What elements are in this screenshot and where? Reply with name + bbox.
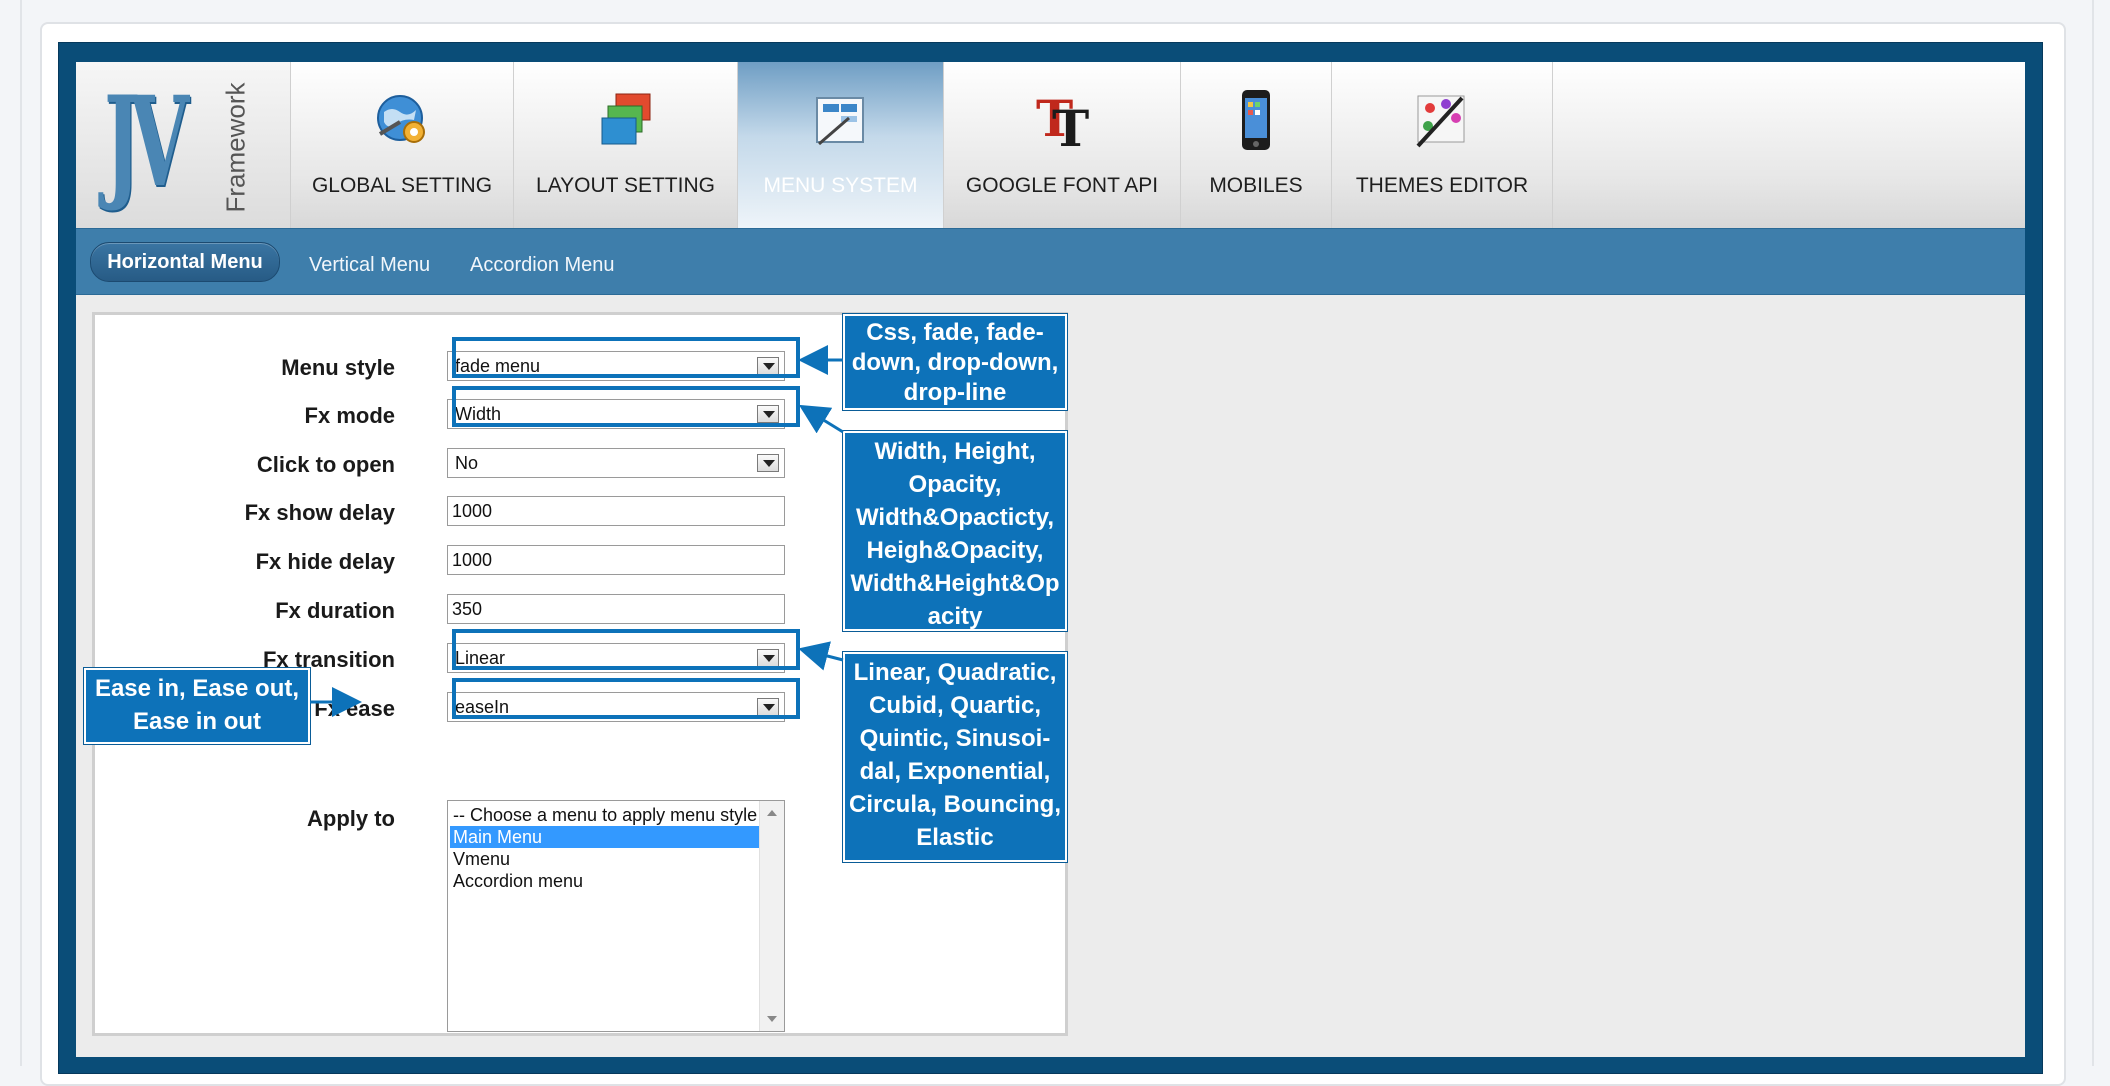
arrow-fx-mode [798, 404, 844, 434]
callout-arrows [310, 345, 844, 717]
arrow-fx-transition [798, 641, 844, 671]
